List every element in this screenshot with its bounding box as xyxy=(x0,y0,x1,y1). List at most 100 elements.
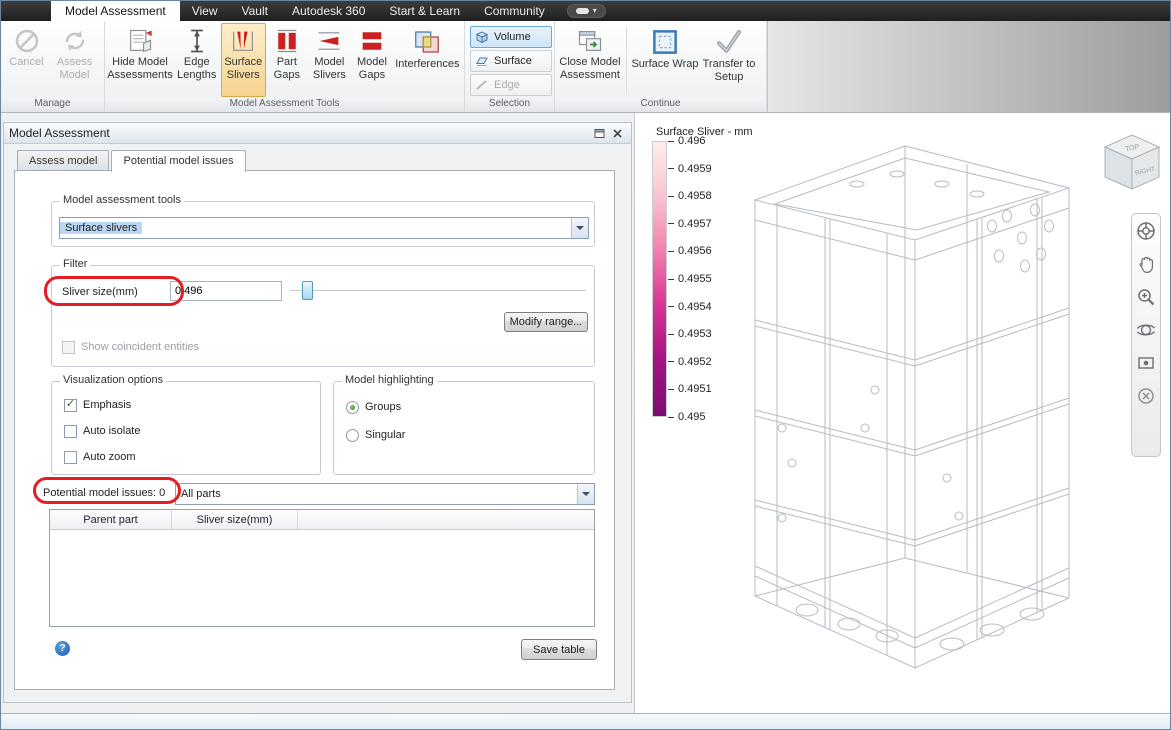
model-gaps-button[interactable]: Model Gaps xyxy=(352,23,392,97)
tick-dash xyxy=(668,195,674,197)
ribbon-group-label-manage: Manage xyxy=(1,97,104,112)
tick-dash xyxy=(668,140,674,142)
tick-dash xyxy=(668,250,674,252)
menu-item-autodesk-360[interactable]: Autodesk 360 xyxy=(280,1,377,21)
account-menu-button[interactable]: ▾ xyxy=(566,4,606,18)
tab-potential-model-issues[interactable]: Potential model issues xyxy=(111,150,246,172)
pan-hand-icon xyxy=(1139,256,1153,273)
float-panel-button[interactable] xyxy=(590,125,608,141)
checkbox-icon: ✓ xyxy=(64,450,77,464)
slider-handle[interactable] xyxy=(301,281,313,300)
model-slivers-button[interactable]: Model Slivers xyxy=(308,23,352,97)
tick-dash xyxy=(668,223,674,225)
sliver-size-slider[interactable] xyxy=(290,281,586,301)
orbit-button[interactable] xyxy=(1134,318,1158,342)
column-header-empty xyxy=(298,510,594,529)
modify-range-button[interactable]: Modify range... xyxy=(504,312,588,332)
close-model-assessment-button[interactable]: Close Model Assessment xyxy=(557,23,623,97)
surface-slivers-button[interactable]: Surface Slivers xyxy=(220,23,267,97)
surface-wrap-label: Surface Wrap xyxy=(631,58,699,70)
show-coincident-entities-checkbox[interactable]: ✓ Show coincident entities xyxy=(62,340,199,354)
issues-table-body xyxy=(50,530,594,626)
groupbox-visualization-options: Visualization options ✓ Emphasis ✓ Auto … xyxy=(51,374,321,475)
assess-model-button[interactable]: Assess Model xyxy=(51,23,98,97)
menu-item-start-and-learn[interactable]: Start & Learn xyxy=(377,1,472,21)
hide-model-assessments-icon xyxy=(130,29,152,53)
selection-edge-button[interactable]: Edge xyxy=(470,74,552,96)
cloud-icon xyxy=(575,8,589,14)
look-at-button[interactable] xyxy=(1134,351,1158,375)
cancel-button[interactable]: Cancel xyxy=(3,23,50,97)
checkbox-icon: ✓ xyxy=(64,398,77,412)
column-header-sliver-size[interactable]: Sliver size(mm) xyxy=(172,510,298,529)
selection-surface-button[interactable]: Surface xyxy=(470,50,552,72)
tick-dash xyxy=(668,361,674,363)
emphasis-checkbox[interactable]: ✓ Emphasis xyxy=(64,398,131,412)
issues-table[interactable]: Parent part Sliver size(mm) xyxy=(49,509,595,627)
interferences-label: Interferences xyxy=(395,58,460,70)
close-navbar-icon xyxy=(1138,388,1154,404)
assess-model-icon xyxy=(65,31,84,51)
volume-label: Volume xyxy=(494,31,531,43)
close-navbar-button[interactable] xyxy=(1134,384,1158,408)
show-coincident-entities-label: Show coincident entities xyxy=(81,341,200,353)
panel-titlebar: Model Assessment xyxy=(4,123,631,144)
legend-tick-label: 0.4953 xyxy=(678,328,712,341)
close-panel-button[interactable] xyxy=(608,125,626,141)
menu-item-vault[interactable]: Vault xyxy=(230,1,280,21)
panel-tabs: Assess model Potential model issues xyxy=(17,150,248,172)
model-wireframe[interactable] xyxy=(737,128,1092,693)
menu-item-community[interactable]: Community xyxy=(472,1,557,21)
parts-filter-dropdown[interactable]: All parts xyxy=(175,483,595,505)
issues-count-label: Potential model issues: 0 xyxy=(43,487,166,499)
tab-assess-model[interactable]: Assess model xyxy=(17,150,110,171)
help-button[interactable]: ? xyxy=(55,641,70,656)
groupbox-label: Model assessment tools xyxy=(60,194,184,206)
viewport-3d[interactable]: Surface Sliver - mm 0.496 0.4959 0.4958 … xyxy=(635,113,1171,713)
groups-radio[interactable]: Groups xyxy=(346,400,401,414)
ribbon-separator xyxy=(626,27,627,93)
radio-icon xyxy=(346,400,359,414)
menu-tab-model-assessment[interactable]: Model Assessment xyxy=(51,1,180,21)
selection-volume-button[interactable]: Volume xyxy=(470,26,552,48)
part-gaps-label: Part Gaps xyxy=(273,56,300,81)
tab-content: Model assessment tools Surface slivers F… xyxy=(14,170,615,690)
cancel-label: Cancel xyxy=(9,56,44,68)
auto-zoom-checkbox[interactable]: ✓ Auto zoom xyxy=(64,450,136,464)
groupbox-label: Model highlighting xyxy=(342,374,437,386)
sliver-size-label: Sliver size(mm) xyxy=(62,286,138,298)
column-header-parent-part[interactable]: Parent part xyxy=(50,510,172,529)
view-cube[interactable]: TOP RIGHT xyxy=(1093,125,1171,197)
zoom-button[interactable] xyxy=(1134,285,1158,309)
save-table-button[interactable]: Save table xyxy=(521,639,597,660)
assessment-tool-dropdown[interactable]: Surface slivers xyxy=(59,217,589,239)
navigation-bar xyxy=(1131,213,1161,457)
transfer-to-setup-button[interactable]: Transfer to Setup xyxy=(701,23,757,97)
hide-model-assessments-button[interactable]: Hide Model Assessments xyxy=(107,23,173,97)
emphasis-label: Emphasis xyxy=(83,399,132,411)
ribbon-group-continue: Close Model Assessment Surface Wrap Tran… xyxy=(555,21,767,112)
legend-tick-label: 0.4959 xyxy=(678,162,712,175)
workspace: Model Assessment Assess model Potential … xyxy=(1,113,1170,713)
sliver-size-input[interactable] xyxy=(170,281,282,301)
edge-label: Edge xyxy=(494,79,520,91)
edge-lengths-icon xyxy=(190,29,203,53)
surface-wrap-button[interactable]: Surface Wrap xyxy=(630,23,700,97)
singular-label: Singular xyxy=(365,429,406,441)
ribbon-group-label-model-assessment-tools: Model Assessment Tools xyxy=(105,97,464,112)
ribbon-group-manage: Cancel Assess Model Manage xyxy=(1,21,105,112)
edge-lengths-button[interactable]: Edge Lengths xyxy=(174,23,220,97)
pan-button[interactable] xyxy=(1134,252,1158,276)
part-gaps-button[interactable]: Part Gaps xyxy=(267,23,307,97)
auto-isolate-checkbox[interactable]: ✓ Auto isolate xyxy=(64,424,140,438)
ribbon: Cancel Assess Model Manage Hide Model As… xyxy=(1,21,1170,113)
singular-radio[interactable]: Singular xyxy=(346,428,405,442)
legend-tick-label: 0.4955 xyxy=(678,273,712,285)
navigation-wheel-button[interactable] xyxy=(1134,219,1158,243)
tick-dash xyxy=(668,306,674,308)
menu-item-view[interactable]: View xyxy=(180,1,230,21)
legend-tick-label: 0.4954 xyxy=(678,300,712,313)
ribbon-group-selection: Volume Surface Edge Selection xyxy=(465,21,555,112)
auto-isolate-label: Auto isolate xyxy=(83,425,141,437)
interferences-button[interactable]: Interferences xyxy=(393,23,462,97)
